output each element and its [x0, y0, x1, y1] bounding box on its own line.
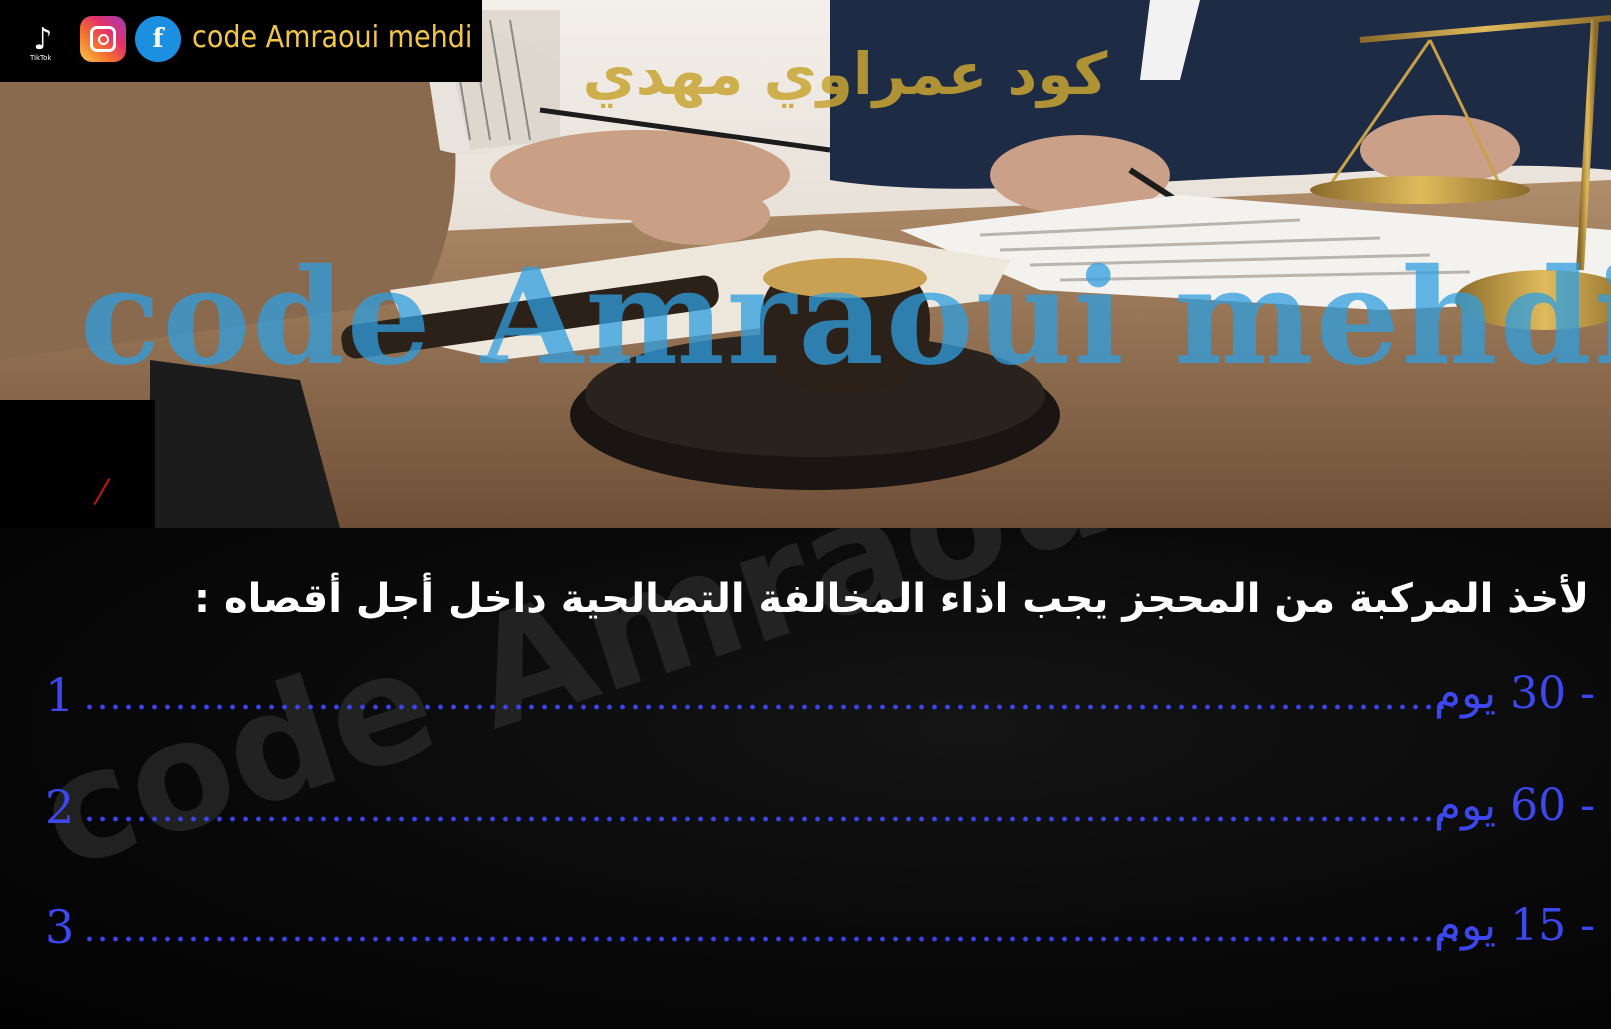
answer-option[interactable]: 3 - 15 يوم — [45, 900, 1595, 956]
answer-label: - 30 يوم — [1433, 668, 1595, 719]
channel-handle: code Amraoui mehdi — [192, 20, 473, 55]
question-panel: code Amraoui mehdi لأخذ المركبة من المحج… — [0, 528, 1611, 1029]
latin-brand-watermark: code Amraoui mehdi — [80, 240, 1611, 395]
answer-option[interactable]: 2 - 60 يوم — [45, 780, 1595, 836]
dotted-leader — [83, 816, 1443, 822]
answer-number: 2 — [45, 780, 75, 834]
social-banner: ♪ TikTok f code Amraoui mehdi — [0, 0, 482, 82]
corner-overlay — [0, 400, 155, 528]
facebook-icon[interactable]: f — [135, 16, 181, 62]
instagram-icon[interactable] — [80, 16, 126, 62]
header-image: ♪ TikTok f code Amraoui mehdi كود عمراوي… — [0, 0, 1611, 528]
answer-number: 1 — [45, 668, 75, 722]
tiktok-label: TikTok — [30, 54, 52, 62]
dotted-leader — [83, 936, 1463, 942]
answer-label: - 60 يوم — [1433, 780, 1595, 831]
video-frame: ♪ TikTok f code Amraoui mehdi كود عمراوي… — [0, 0, 1611, 1029]
answer-label: - 15 يوم — [1433, 900, 1595, 951]
answer-option[interactable]: 1 - 30 يوم — [45, 668, 1595, 724]
answer-number: 3 — [45, 900, 75, 954]
question-text: لأخذ المركبة من المحجز يجب اذاء المخالفة… — [194, 576, 1589, 622]
arabic-brand-watermark: كود عمراوي مهدي — [582, 40, 1108, 108]
dotted-leader — [83, 704, 1453, 710]
